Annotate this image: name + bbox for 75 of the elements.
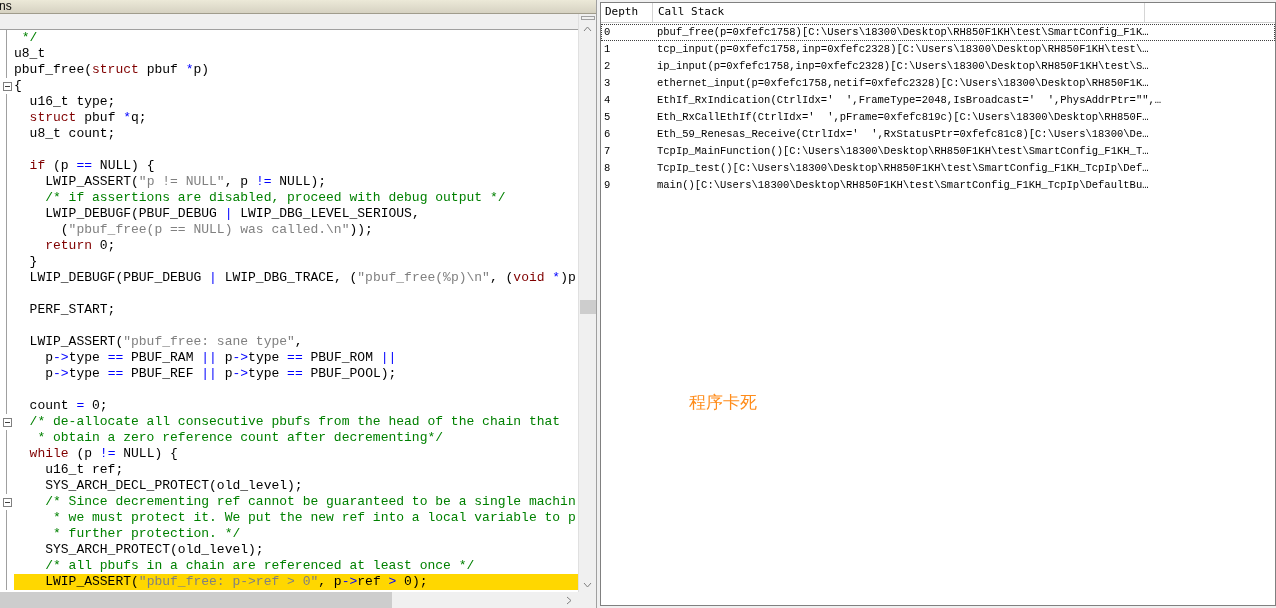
depth-cell-text: 6 (603, 126, 612, 142)
depth-cell-text: 8 (603, 160, 612, 176)
depth-cell-text: 1 (603, 41, 612, 57)
call-stack-cell-text: EthIf_RxIndication(CtrlIdx=' ',FrameType=2048,IsBroadcast=' ',PhysAddrPtr="",… (656, 92, 1162, 108)
scroll-right-icon[interactable] (566, 595, 572, 605)
vertical-scrollbar[interactable] (578, 14, 596, 592)
code-line: count = 0; (28, 398, 108, 414)
stack-row[interactable]: 4 EthIf_RxIndication(CtrlIdx=' ',FrameType=2048,IsBroadcast=' ',PhysAddrPtr="",… (601, 92, 1275, 109)
code-line: /* Since decrementing ref cannot be guaranteed to be a single machin (44, 494, 576, 510)
code-line: /* de-allocate all consecutive pbufs from the head of the chain that (28, 414, 561, 430)
code-line: LWIP_DEBUGF(PBUF_DEBUG | LWIP_DBG_TRACE, ("pbuf_free(%p)\n", (void *)p (28, 270, 576, 286)
code-line: PERF_START; (28, 302, 116, 318)
stack-row[interactable]: 7 TcpIp_MainFunction()[C:\Users\18300\Desktop\RH850F1KH\test\SmartConfig_F1KH_T… (601, 143, 1275, 160)
annotation-text: 程序卡死 (689, 392, 757, 412)
code-line: p->type == PBUF_REF || p->type == PBUF_POOL); (44, 366, 397, 382)
code-line: /* if assertions are disabled, proceed with debug output */ (44, 190, 506, 206)
code-line: ("pbuf_free(p == NULL) was called.\n")); (59, 222, 373, 238)
code-line: if (p == NULL) { (28, 158, 155, 174)
depth-cell-text: 0 (603, 24, 612, 40)
code-line: { (14, 78, 22, 94)
stack-row[interactable]: 2 ip_input(p=0xfefc1758,inp=0xfefc2328)[C:\Users\18300\Desktop\RH850F1KH\test\S… (601, 58, 1275, 75)
code-line: u8_t count; (28, 126, 116, 142)
code-line: u8_t (14, 46, 46, 62)
column-header[interactable]: Call Stack (653, 3, 1145, 22)
code-line: p->type == PBUF_RAM || p->type == PBUF_ROM || (44, 350, 397, 366)
call-stack-cell-text: ip_input(p=0xfefc1758,inp=0xfefc2328)[C:\Users\18300\Desktop\RH850F1KH\test\S… (656, 58, 1149, 74)
code-line: */ (20, 30, 38, 46)
code-line: LWIP_ASSERT("pbuf_free: sane type", (28, 334, 303, 350)
collapse-icon[interactable] (2, 417, 12, 427)
scrollbar-thumb[interactable] (579, 300, 596, 314)
panel-title: ns (0, 0, 12, 13)
code-line: while (p != NULL) { (28, 446, 178, 462)
code-line: SYS_ARCH_PROTECT(old_level); (44, 542, 264, 558)
depth-cell-text: 3 (603, 75, 612, 91)
code-line: pbuf_free(struct pbuf *p) (14, 62, 210, 78)
call-stack-cell-text: TcpIp_MainFunction()[C:\Users\18300\Desktop\RH850F1KH\test\SmartConfig_F1KH_T… (656, 143, 1149, 159)
code-line: } (28, 254, 38, 270)
code-line: u16_t type; (28, 94, 116, 110)
code-line: return 0; (44, 238, 116, 254)
stack-row[interactable]: 5 Eth_RxCallEthIf(CtrlIdx=' ',pFrame=0xfefc819c)[C:\Users\18300\Desktop\RH850F… (601, 109, 1275, 126)
call-stack-cell-text: tcp_input(p=0xfefc1758,inp=0xfefc2328)[C:\Users\18300\Desktop\RH850F1KH\test\… (656, 41, 1149, 57)
code-line: /* all pbufs in a chain are referenced at least once */ (44, 558, 475, 574)
code-line: * we must protect it. We put the new ref into a local variable to p (52, 510, 576, 526)
collapse-icon[interactable] (2, 81, 12, 91)
call-stack-cell-text: pbuf_free(p=0xfefc1758)[C:\Users\18300\Desktop\RH850F1KH\test\SmartConfig_F1K… (656, 24, 1149, 40)
scroll-up-icon[interactable] (583, 26, 592, 32)
collapse-icon[interactable] (2, 497, 12, 507)
call-stack-cell-text: main()[C:\Users\18300\Desktop\RH850F1KH\test\SmartConfig_F1KH_TcpIp\DefaultBu… (656, 177, 1149, 193)
code-line: u16_t ref; (44, 462, 124, 478)
depth-cell-text: 4 (603, 92, 612, 108)
scroll-down-icon[interactable] (583, 582, 592, 588)
depth-cell-text: 9 (603, 177, 612, 193)
stack-row[interactable]: 6 Eth_59_Renesas_Receive(CtrlIdx=' ',RxStatusPtr=0xfefc81c8)[C:\Users\18300\De… (601, 126, 1275, 143)
code-line: LWIP_ASSERT("pbuf_free: p->ref > 0", p->ref > 0); (44, 574, 428, 590)
code-line: * obtain a zero reference count after decrementing*/ (36, 430, 444, 446)
depth-cell-text: 7 (603, 143, 612, 159)
stack-row[interactable]: 0 pbuf_free(p=0xfefc1758)[C:\Users\18300\Desktop\RH850F1KH\test\SmartConfig_F1K… (601, 24, 1275, 41)
stack-row[interactable]: 9 main()[C:\Users\18300\Desktop\RH850F1KH\test\SmartConfig_F1KH_TcpIp\DefaultBu… (601, 177, 1275, 194)
code-line: * further protection. */ (52, 526, 241, 542)
depth-cell-text: 5 (603, 109, 612, 125)
code-line: struct pbuf *q; (28, 110, 147, 126)
code-line: LWIP_DEBUGF(PBUF_DEBUG | LWIP_DBG_LEVEL_SERIOUS, (44, 206, 420, 222)
column-header[interactable]: Depth (601, 3, 653, 22)
call-stack-cell-text: Eth_RxCallEthIf(CtrlIdx=' ',pFrame=0xfefc819c)[C:\Users\18300\Desktop\RH850F… (656, 109, 1149, 125)
stack-row[interactable]: 8 TcpIp_test()[C:\Users\18300\Desktop\RH850F1KH\test\SmartConfig_F1KH_TcpIp\Def… (601, 160, 1275, 177)
call-stack-cell-text: Eth_59_Renesas_Receive(CtrlIdx=' ',RxStatusPtr=0xfefc81c8)[C:\Users\18300\De… (656, 126, 1149, 142)
call-stack-cell-text: TcpIp_test()[C:\Users\18300\Desktop\RH850F1KH\test\SmartConfig_F1KH_TcpIp\Def… (656, 160, 1149, 176)
scrollbar-thumb[interactable] (0, 592, 392, 608)
depth-cell-text: 2 (603, 58, 612, 74)
code-line: SYS_ARCH_DECL_PROTECT(old_level); (44, 478, 303, 494)
stack-row[interactable]: 1 tcp_input(p=0xfefc1758,inp=0xfefc2328)[C:\Users\18300\Desktop\RH850F1KH\test\… (601, 41, 1275, 58)
horizontal-scrollbar[interactable] (0, 592, 596, 608)
code-line: LWIP_ASSERT("p != NULL", p != NULL); (44, 174, 327, 190)
stack-row[interactable]: 3 ethernet_input(p=0xfefc1758,netif=0xfefc2328)[C:\Users\18300\Desktop\RH850F1K… (601, 75, 1275, 92)
call-stack-cell-text: ethernet_input(p=0xfefc1758,netif=0xfefc2328)[C:\Users\18300\Desktop\RH850F1K… (656, 75, 1149, 91)
